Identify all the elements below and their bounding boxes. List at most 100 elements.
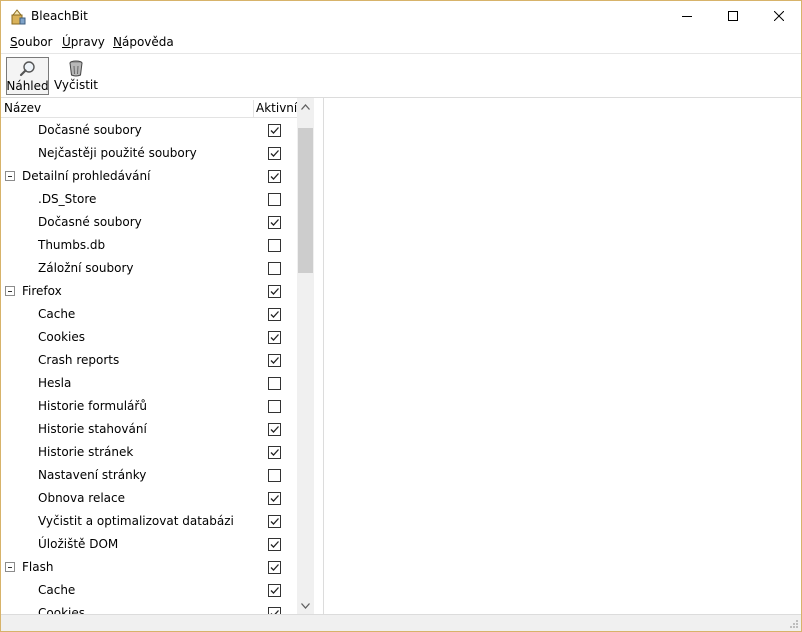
clean-button[interactable]: Vyčistit bbox=[54, 57, 98, 95]
results-pane[interactable] bbox=[325, 98, 801, 614]
active-checkbox[interactable] bbox=[268, 377, 281, 390]
tree-row-label: Dočasné soubory bbox=[38, 123, 142, 137]
tree-option-row[interactable]: Thumbs.db bbox=[1, 234, 297, 257]
checkmark-icon bbox=[270, 495, 279, 502]
active-checkbox[interactable] bbox=[268, 170, 281, 183]
column-active-header[interactable]: Aktivní bbox=[256, 101, 297, 115]
active-checkbox[interactable] bbox=[268, 446, 281, 459]
toolbar: Náhled Vyčistit bbox=[1, 53, 801, 98]
active-checkbox[interactable] bbox=[268, 607, 281, 614]
active-checkbox[interactable] bbox=[268, 308, 281, 321]
checkmark-icon bbox=[270, 150, 279, 157]
active-checkbox[interactable] bbox=[268, 147, 281, 160]
active-checkbox[interactable] bbox=[268, 331, 281, 344]
active-checkbox[interactable] bbox=[268, 584, 281, 597]
tree-option-row[interactable]: Dočasné soubory bbox=[1, 211, 297, 234]
tree-row-label: Nastavení stránky bbox=[38, 468, 147, 482]
tree-option-row[interactable]: Hesla bbox=[1, 372, 297, 395]
menu-bar: Soubor Úpravy Nápověda bbox=[1, 32, 801, 53]
checkmark-icon bbox=[270, 173, 279, 180]
tree-scrollbar[interactable] bbox=[297, 98, 314, 614]
active-checkbox[interactable] bbox=[268, 469, 281, 482]
title-bar[interactable]: BleachBit bbox=[1, 1, 801, 32]
tree-row-label: Cache bbox=[38, 307, 76, 321]
menu-edit[interactable]: Úpravy bbox=[62, 35, 105, 49]
collapse-icon[interactable] bbox=[5, 562, 15, 572]
tree-option-row[interactable]: Nastavení stránky bbox=[1, 464, 297, 487]
checkmark-icon bbox=[270, 219, 279, 226]
tree-row-label: Historie stránek bbox=[38, 445, 134, 459]
active-checkbox[interactable] bbox=[268, 285, 281, 298]
tree-option-row[interactable]: Úložiště DOM bbox=[1, 533, 297, 556]
active-checkbox[interactable] bbox=[268, 239, 281, 252]
minimize-button[interactable] bbox=[664, 1, 710, 31]
cleaner-tree-pane: Název Aktivní Dočasné soubory Nejčastěji … bbox=[1, 98, 324, 614]
tree-option-row[interactable]: Cache bbox=[1, 303, 297, 326]
active-checkbox[interactable] bbox=[268, 515, 281, 528]
tree-row-label: Úložiště DOM bbox=[38, 537, 119, 551]
tree-row-label: Hesla bbox=[38, 376, 72, 390]
tree-row-label: Historie stahování bbox=[38, 422, 147, 436]
resize-grip-icon[interactable] bbox=[789, 619, 799, 629]
collapse-icon[interactable] bbox=[5, 286, 15, 296]
active-checkbox[interactable] bbox=[268, 423, 281, 436]
preview-label: Náhled bbox=[6, 79, 49, 93]
maximize-icon bbox=[728, 11, 738, 21]
tree-option-row[interactable]: Obnova relace bbox=[1, 487, 297, 510]
tree-option-row[interactable]: Historie stránek bbox=[1, 441, 297, 464]
checkmark-icon bbox=[270, 541, 279, 548]
column-separator[interactable] bbox=[253, 100, 254, 117]
scroll-thumb[interactable] bbox=[298, 128, 313, 273]
tree-row-label: Detailní prohledávání bbox=[22, 169, 151, 183]
tree-row-label: Cookies bbox=[38, 330, 85, 344]
tree-row-label: Crash reports bbox=[38, 353, 120, 367]
tree-option-row[interactable]: Vyčistit a optimalizovat databázi bbox=[1, 510, 297, 533]
active-checkbox[interactable] bbox=[268, 561, 281, 574]
active-checkbox[interactable] bbox=[268, 124, 281, 137]
tree-option-row[interactable]: Historie formulářů bbox=[1, 395, 297, 418]
maximize-button[interactable] bbox=[710, 1, 756, 31]
active-checkbox[interactable] bbox=[268, 538, 281, 551]
active-checkbox[interactable] bbox=[268, 262, 281, 275]
collapse-icon[interactable] bbox=[5, 171, 15, 181]
tree-option-row[interactable]: Cookies bbox=[1, 602, 297, 614]
tree-option-row[interactable]: .DS_Store bbox=[1, 188, 297, 211]
checkmark-icon bbox=[270, 311, 279, 318]
tree-group-row[interactable]: Flash bbox=[1, 556, 297, 579]
tree-row-label: Flash bbox=[22, 560, 54, 574]
active-checkbox[interactable] bbox=[268, 193, 281, 206]
tree-option-row[interactable]: Dočasné soubory bbox=[1, 119, 297, 142]
preview-button[interactable]: Náhled bbox=[6, 57, 49, 95]
tree-row-label: Cookies bbox=[38, 606, 85, 614]
scroll-down-button[interactable] bbox=[297, 597, 314, 614]
window-title: BleachBit bbox=[31, 9, 88, 23]
tree-option-row[interactable]: Cache bbox=[1, 579, 297, 602]
tree-option-row[interactable]: Nejčastěji použité soubory bbox=[1, 142, 297, 165]
active-checkbox[interactable] bbox=[268, 216, 281, 229]
active-checkbox[interactable] bbox=[268, 492, 281, 505]
tree-option-row[interactable]: Crash reports bbox=[1, 349, 297, 372]
tree-option-row[interactable]: Historie stahování bbox=[1, 418, 297, 441]
tree-group-row[interactable]: Firefox bbox=[1, 280, 297, 303]
menu-file[interactable]: Soubor bbox=[10, 35, 52, 49]
status-bar bbox=[1, 614, 801, 631]
tree-option-row[interactable]: Cookies bbox=[1, 326, 297, 349]
tree-column-header: Název Aktivní bbox=[1, 98, 297, 118]
checkmark-icon bbox=[270, 587, 279, 594]
checkmark-icon bbox=[270, 449, 279, 456]
tree-group-row[interactable]: Detailní prohledávání bbox=[1, 165, 297, 188]
menu-help[interactable]: Nápověda bbox=[113, 35, 174, 49]
column-name-header[interactable]: Název bbox=[4, 101, 41, 115]
checkmark-icon bbox=[270, 127, 279, 134]
active-checkbox[interactable] bbox=[268, 354, 281, 367]
tree-option-row[interactable]: Záložní soubory bbox=[1, 257, 297, 280]
checkmark-icon bbox=[270, 518, 279, 525]
checkmark-icon bbox=[270, 357, 279, 364]
tree-row-label: Záložní soubory bbox=[38, 261, 134, 275]
clean-label: Vyčistit bbox=[54, 78, 98, 92]
active-checkbox[interactable] bbox=[268, 400, 281, 413]
close-button[interactable] bbox=[756, 1, 802, 31]
trash-can-icon bbox=[69, 60, 83, 77]
scroll-up-button[interactable] bbox=[297, 98, 314, 115]
magnifier-icon bbox=[19, 61, 35, 77]
